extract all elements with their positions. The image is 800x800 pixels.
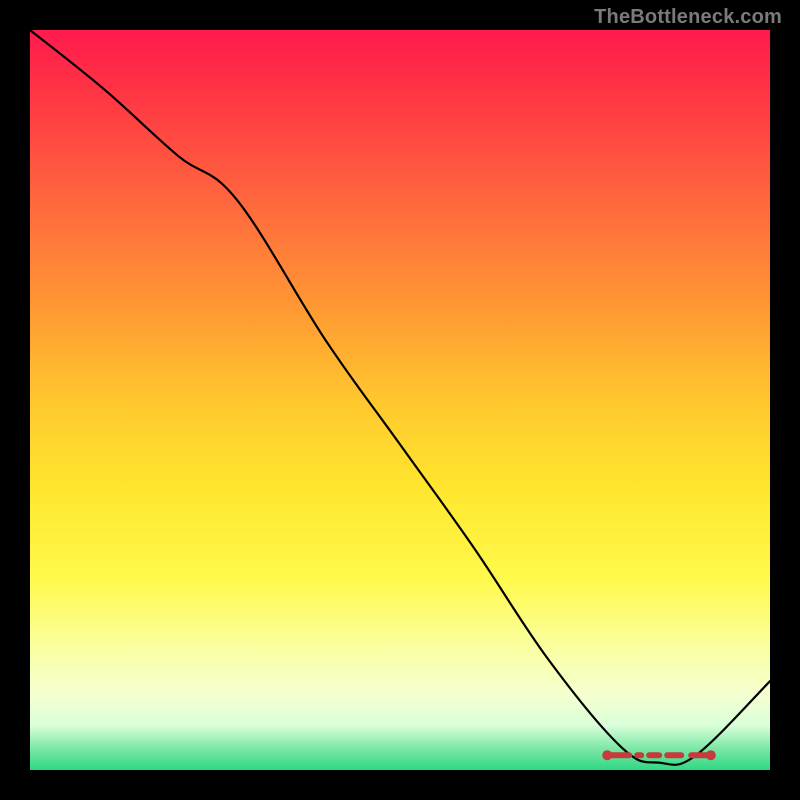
valley-marker-dot-left xyxy=(602,750,612,760)
chart-frame: TheBottleneck.com xyxy=(0,0,800,800)
main-curve xyxy=(30,30,770,765)
chart-svg xyxy=(30,30,770,770)
plot-area xyxy=(30,30,770,770)
watermark-text: TheBottleneck.com xyxy=(594,6,782,29)
valley-marker-dot-right xyxy=(706,750,716,760)
